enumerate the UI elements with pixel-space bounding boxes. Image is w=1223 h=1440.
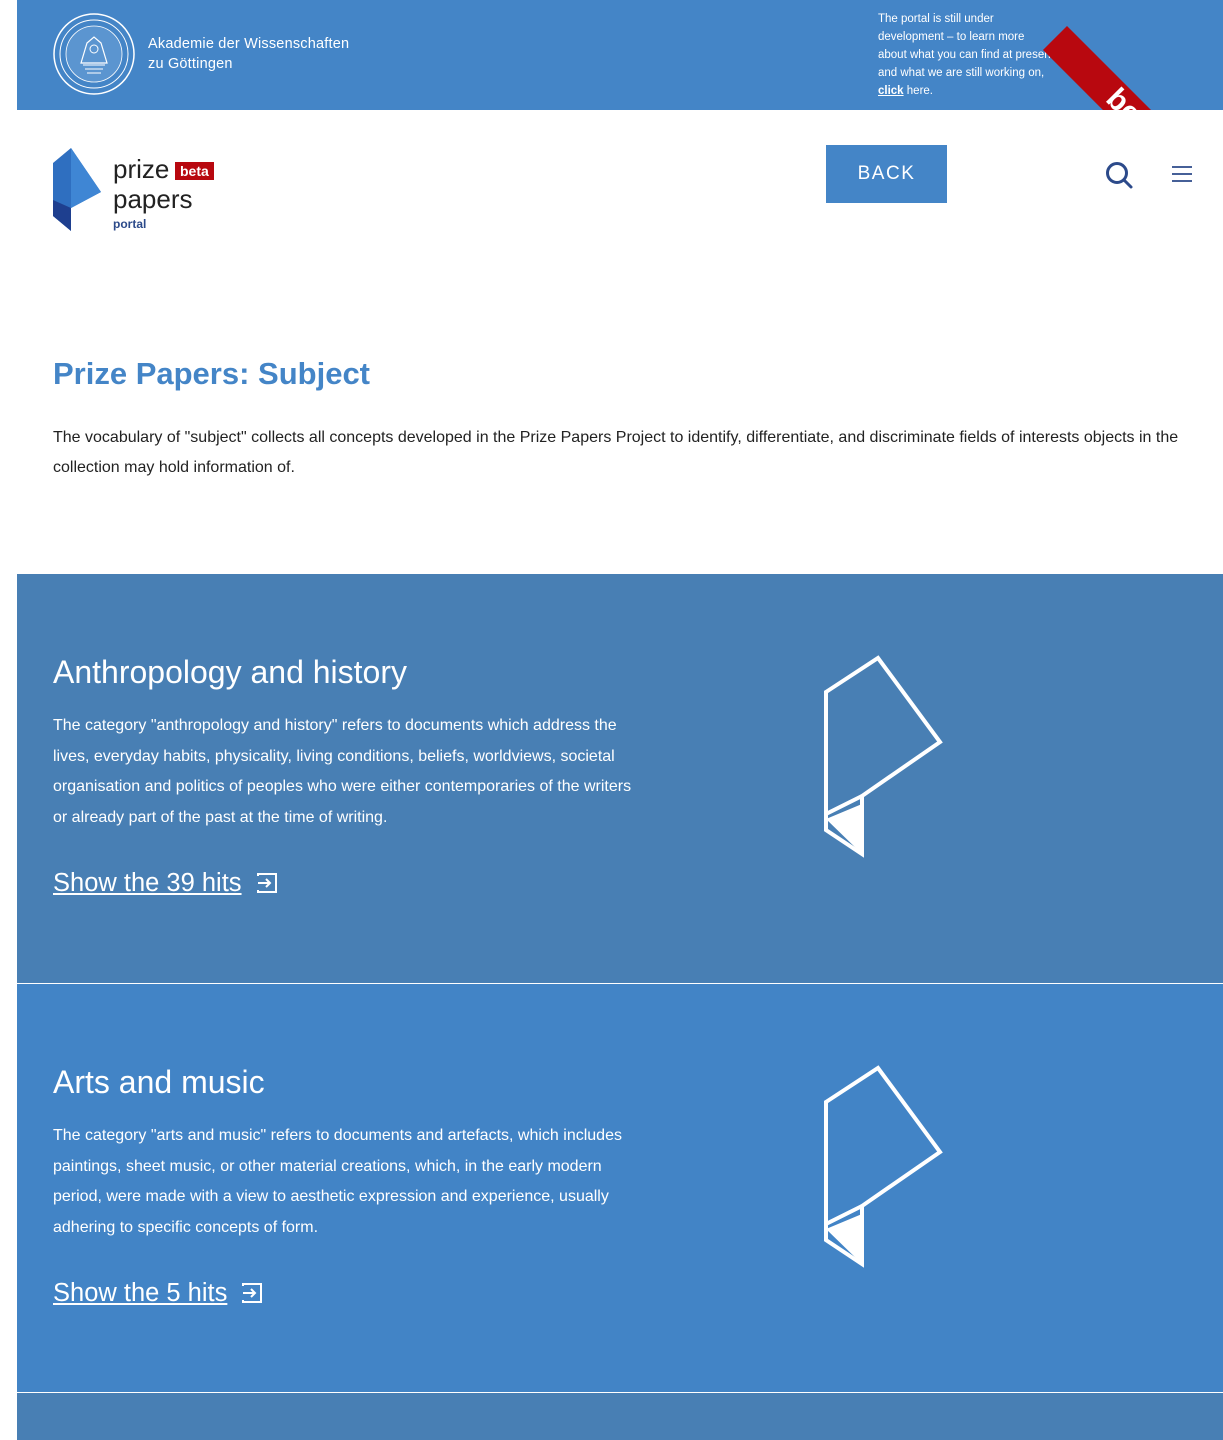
hamburger-menu-icon[interactable]: [1170, 163, 1194, 185]
prize-papers-logo-icon[interactable]: [53, 148, 101, 231]
academy-top-bar: Akademie der Wissenschaften zu Göttingen…: [17, 0, 1223, 110]
category-description: The category "anthropology and history" …: [53, 717, 632, 826]
academy-name-line2: zu Göttingen: [148, 56, 233, 72]
show-hits-label: Show the 5 hits: [53, 1279, 228, 1307]
site-header: prize beta papers portal BACK: [0, 110, 1223, 250]
logo-beta-badge: beta: [175, 162, 214, 180]
beta-notice-link[interactable]: click: [878, 85, 904, 97]
academy-name[interactable]: Akademie der Wissenschaften zu Göttingen: [148, 34, 349, 74]
academy-name-line1: Akademie der Wissenschaften: [148, 36, 350, 52]
search-icon[interactable]: [1104, 160, 1134, 190]
category-section: Anthropology and history The category "a…: [17, 574, 1223, 983]
category-section: [17, 1393, 1223, 1440]
back-button[interactable]: BACK: [826, 145, 947, 203]
category-description: The category "arts and music" refers to …: [53, 1127, 622, 1236]
logo-word-prize[interactable]: prize: [113, 155, 169, 183]
beta-notice-tail: here.: [903, 85, 933, 97]
logo-word-papers[interactable]: papers: [113, 185, 193, 213]
prize-papers-outline-icon: [824, 655, 943, 858]
show-hits-label: Show the 39 hits: [53, 869, 242, 897]
page-intro: The vocabulary of "subject" collects all…: [53, 429, 1179, 476]
academy-seal-logo[interactable]: [53, 13, 135, 95]
beta-notice-line4: and what we are still working on,: [878, 67, 1045, 79]
page-title: Prize Papers: Subject: [53, 356, 371, 391]
category-section: Arts and music The category "arts and mu…: [17, 984, 1223, 1392]
logo-word-portal: portal: [113, 217, 147, 231]
prize-papers-outline-icon: [824, 1065, 943, 1268]
beta-notice-line1: The portal is still under: [878, 13, 994, 25]
show-hits-link[interactable]: Show the 5 hits: [53, 1276, 263, 1310]
enter-arrow-icon: [242, 1283, 263, 1303]
enter-arrow-icon: [256, 873, 277, 893]
beta-notice-line5: click here.: [878, 82, 1078, 100]
show-hits-link[interactable]: Show the 39 hits: [53, 866, 278, 900]
category-title: Anthropology and history: [53, 654, 407, 690]
category-title: Arts and music: [53, 1064, 265, 1100]
